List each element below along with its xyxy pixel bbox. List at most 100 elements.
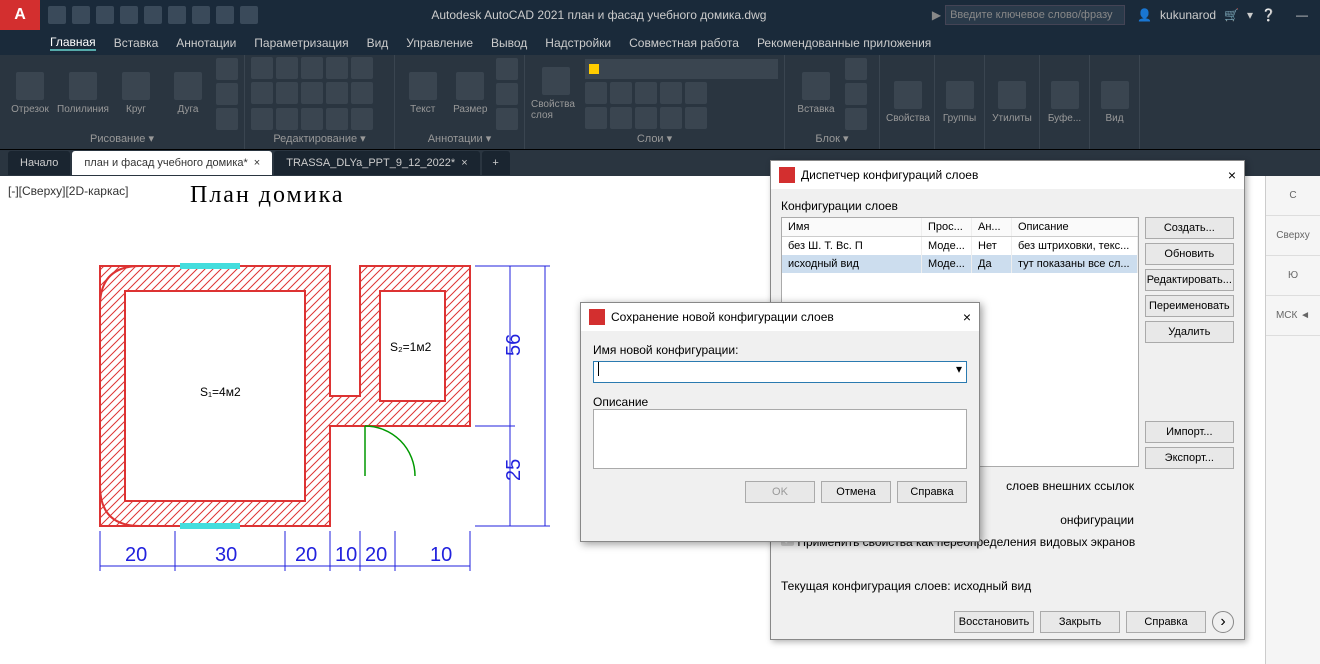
dwg-tab-2[interactable]: TRASSA_DLYa_PPT_9_12_2022* × — [274, 151, 479, 175]
rename-button[interactable]: Переименовать — [1145, 295, 1234, 317]
edit-btn-15[interactable] — [351, 108, 373, 130]
lay-sm-6[interactable] — [585, 107, 607, 129]
panel-draw-title[interactable]: Рисование ▾ — [6, 130, 238, 147]
nav-south[interactable]: Ю — [1266, 256, 1320, 296]
new-button[interactable]: Создать... — [1145, 217, 1234, 239]
close-button[interactable]: Закрыть — [1040, 611, 1120, 633]
text-button[interactable]: Текст — [401, 72, 445, 115]
nav-top[interactable]: Сверху — [1266, 216, 1320, 256]
help-button[interactable]: Справка — [1126, 611, 1206, 633]
lay-sm-9[interactable] — [660, 107, 682, 129]
nav-compass[interactable]: C — [1266, 176, 1320, 216]
tab-manage[interactable]: Управление — [406, 36, 473, 50]
edit-btn-9[interactable] — [326, 82, 348, 104]
props-button[interactable]: Свойства — [886, 81, 930, 124]
export-button[interactable]: Экспорт... — [1145, 447, 1234, 469]
ok-button[interactable]: OK — [745, 481, 815, 503]
panel-layer-title[interactable]: Слои ▾ — [531, 130, 778, 147]
col-name[interactable]: Имя — [782, 218, 922, 236]
nav-ucs[interactable]: МСК ◄ — [1266, 296, 1320, 336]
lay-sm-7[interactable] — [610, 107, 632, 129]
undo-icon[interactable] — [168, 6, 186, 24]
draw-sm-2[interactable] — [216, 83, 238, 105]
desc-textarea[interactable] — [593, 409, 967, 469]
close-icon[interactable]: × — [1228, 167, 1236, 183]
arc-button[interactable]: Дуга — [164, 72, 212, 115]
panel-edit-title[interactable]: Редактирование ▾ — [251, 130, 388, 147]
delete-button[interactable]: Удалить — [1145, 321, 1234, 343]
edit-btn-8[interactable] — [301, 82, 323, 104]
minimize-icon[interactable]: — — [1296, 8, 1308, 22]
insert-button[interactable]: Вставка — [791, 72, 841, 115]
lay-sm-4[interactable] — [660, 82, 682, 104]
dwg-tab-home[interactable]: Начало — [8, 151, 70, 175]
cart-icon[interactable]: 🛒 — [1224, 8, 1239, 22]
edit-btn-5[interactable] — [351, 57, 373, 79]
layer-dropdown[interactable] — [585, 59, 778, 79]
table-row[interactable]: исходный вид Моде... Да тут показаны все… — [782, 255, 1138, 273]
viewport-controls[interactable]: [-][Сверху][2D-каркас] — [8, 184, 129, 198]
anno-sm-2[interactable] — [496, 83, 518, 105]
app-menu-icon[interactable]: ▾ — [1247, 8, 1253, 22]
redo-icon[interactable] — [192, 6, 210, 24]
saveas-icon[interactable] — [120, 6, 138, 24]
help-button[interactable]: Справка — [897, 481, 967, 503]
tab-insert[interactable]: Вставка — [114, 36, 159, 50]
col-desc[interactable]: Описание — [1012, 218, 1138, 236]
edit-btn-10[interactable] — [351, 82, 373, 104]
lay-sm-8[interactable] — [635, 107, 657, 129]
dwg-tab-1[interactable]: план и фасад учебного домика* × — [72, 151, 272, 175]
edit-btn-11[interactable] — [251, 108, 273, 130]
col-space[interactable]: Прос... — [922, 218, 972, 236]
tab-home[interactable]: Главная — [50, 35, 96, 51]
new-icon[interactable] — [48, 6, 66, 24]
lay-sm-10[interactable] — [685, 107, 707, 129]
share-icon[interactable] — [240, 6, 258, 24]
close-tab-icon[interactable]: × — [254, 157, 260, 169]
signin-icon[interactable]: 👤 — [1137, 8, 1152, 22]
table-row[interactable]: без Ш. Т. Вс. П Моде... Нет без штриховк… — [782, 237, 1138, 255]
blk-sm-1[interactable] — [845, 58, 867, 80]
cancel-button[interactable]: Отмена — [821, 481, 891, 503]
tab-parametric[interactable]: Параметризация — [254, 36, 348, 50]
app-logo[interactable]: A — [0, 0, 40, 30]
lay-sm-1[interactable] — [585, 82, 607, 104]
dim-button[interactable]: Размер — [449, 72, 493, 115]
lay-sm-2[interactable] — [610, 82, 632, 104]
edit-button[interactable]: Редактировать... — [1145, 269, 1234, 291]
edit-btn-13[interactable] — [301, 108, 323, 130]
save-dlg-titlebar[interactable]: Сохранение новой конфигурации слоев × — [581, 303, 979, 331]
qat-more-icon[interactable] — [216, 6, 234, 24]
layer-dlg-titlebar[interactable]: Диспетчер конфигураций слоев × — [771, 161, 1244, 189]
edit-btn-3[interactable] — [301, 57, 323, 79]
edit-btn-14[interactable] — [326, 108, 348, 130]
close-tab-icon[interactable]: × — [461, 157, 467, 169]
blk-sm-3[interactable] — [845, 108, 867, 130]
restore-button[interactable]: Восстановить — [954, 611, 1034, 633]
clip-button[interactable]: Буфе... — [1046, 81, 1083, 124]
search-play-icon[interactable]: ▶ — [932, 8, 941, 22]
open-icon[interactable] — [72, 6, 90, 24]
draw-sm-3[interactable] — [216, 108, 238, 130]
tab-addins[interactable]: Надстройки — [545, 36, 611, 50]
update-button[interactable]: Обновить — [1145, 243, 1234, 265]
draw-sm-1[interactable] — [216, 58, 238, 80]
anno-sm-3[interactable] — [496, 108, 518, 130]
groups-button[interactable]: Группы — [941, 81, 978, 124]
close-icon[interactable]: × — [963, 309, 971, 325]
edit-btn-7[interactable] — [276, 82, 298, 104]
polyline-button[interactable]: Полилиния — [58, 72, 108, 115]
line-button[interactable]: Отрезок — [6, 72, 54, 115]
view-button[interactable]: Вид — [1096, 81, 1133, 124]
edit-btn-4[interactable] — [326, 57, 348, 79]
lay-sm-5[interactable] — [685, 82, 707, 104]
import-button[interactable]: Импорт... — [1145, 421, 1234, 443]
edit-btn-1[interactable] — [251, 57, 273, 79]
tab-featured[interactable]: Рекомендованные приложения — [757, 36, 931, 50]
tab-output[interactable]: Вывод — [491, 36, 527, 50]
username-label[interactable]: kukunarod — [1160, 8, 1216, 22]
anno-sm-1[interactable] — [496, 58, 518, 80]
tab-annotate[interactable]: Аннотации — [176, 36, 236, 50]
name-combo[interactable]: ▾ — [593, 361, 967, 383]
utils-button[interactable]: Утилиты — [991, 81, 1033, 124]
